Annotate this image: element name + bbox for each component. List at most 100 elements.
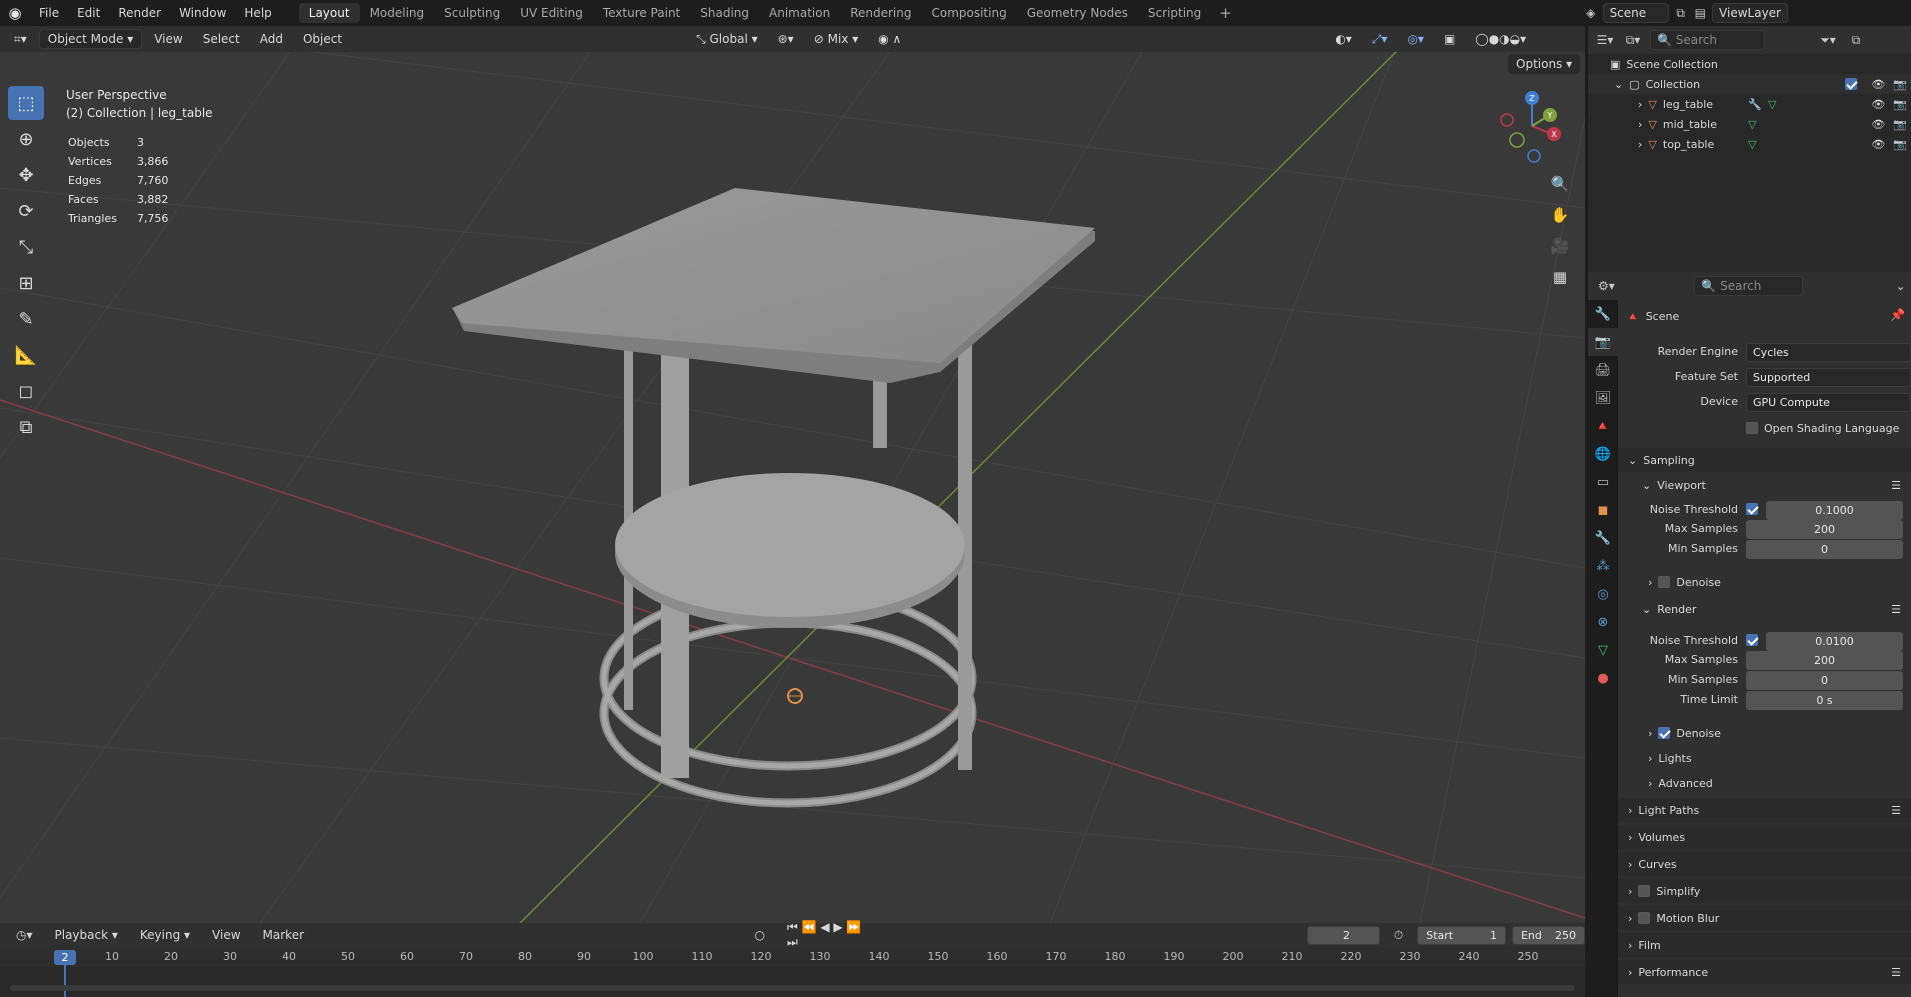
scale-tool-icon[interactable]: ⤡	[8, 230, 44, 264]
sampling-panel-header[interactable]: ⌄ Sampling	[1618, 448, 1911, 472]
render-min-samples-field[interactable]: 0	[1746, 671, 1903, 690]
world-tab-icon[interactable]: 🌐	[1588, 440, 1618, 468]
camera-icon[interactable]: 🎥	[1546, 232, 1574, 260]
render-noise-checkbox[interactable]	[1746, 634, 1758, 646]
properties-search-input[interactable]: 🔍 Search	[1694, 276, 1804, 296]
options-dropdown[interactable]: Options ▾	[1508, 54, 1581, 74]
outliner-search-input[interactable]: 🔍 Search	[1650, 30, 1765, 50]
add-menu[interactable]: Add	[252, 29, 291, 49]
gizmo-icon[interactable]: ⤢▾	[1364, 29, 1396, 49]
object-row-top-table[interactable]: › ▽ top_table ▽ 👁 📷	[1588, 134, 1911, 154]
keying-menu[interactable]: Keying ▾	[132, 925, 198, 945]
tab-animation[interactable]: Animation	[759, 3, 840, 23]
menu-file[interactable]: File	[30, 0, 68, 26]
scene-icon[interactable]: ◈	[1583, 3, 1599, 23]
viewport-denoise-checkbox[interactable]	[1658, 576, 1671, 588]
tab-layout[interactable]: Layout	[298, 3, 360, 23]
camera-render-icon[interactable]: 📷	[1893, 98, 1907, 111]
display-mode-icon[interactable]: ⧉▾	[1622, 30, 1644, 50]
tab-uv-editing[interactable]: UV Editing	[510, 3, 593, 23]
osl-checkbox[interactable]	[1746, 422, 1758, 434]
timeline-view-menu[interactable]: View	[204, 925, 248, 945]
shading-modes-icon[interactable]: ◯●◑◒▾	[1467, 29, 1534, 49]
timeline-scrollbar[interactable]	[10, 985, 1575, 991]
simplify-panel-header[interactable]: › Simplify	[1618, 879, 1911, 903]
presets-list-icon[interactable]: ☰	[1891, 479, 1901, 492]
expand-chevron-icon[interactable]: ⌄	[1614, 78, 1623, 91]
mesh-data-icon[interactable]: ▽	[1748, 138, 1756, 151]
view-layer-icon[interactable]: ▤	[1692, 3, 1708, 23]
render-engine-dropdown[interactable]: Cycles	[1746, 343, 1911, 362]
eye-icon[interactable]: 👁	[1871, 98, 1885, 111]
render-panel-header[interactable]: ⌄ Render ☰	[1618, 597, 1911, 621]
collection-row[interactable]: ⌄ ▢ Collection 👁 📷	[1588, 74, 1911, 94]
presets-list-icon[interactable]: ☰	[1891, 804, 1901, 817]
constraints-tab-icon[interactable]: ⊗	[1588, 608, 1618, 636]
object-menu[interactable]: Object	[295, 29, 350, 49]
viewport-panel-header[interactable]: ⌄ Viewport ☰	[1618, 473, 1911, 497]
device-dropdown[interactable]: GPU Compute	[1746, 393, 1911, 412]
scene-tab-icon[interactable]: 🔺	[1588, 412, 1618, 440]
pivot-icon[interactable]: ⊛▾	[770, 29, 802, 49]
expand-chevron-icon[interactable]: ›	[1638, 98, 1642, 111]
navigation-gizmo[interactable]: Z X Y	[1492, 88, 1572, 168]
proportional-edit-icon[interactable]: ◉ ∧	[870, 29, 909, 49]
tab-compositing[interactable]: Compositing	[921, 3, 1016, 23]
snap-dropdown[interactable]: ⊘ Mix ▾	[806, 29, 867, 49]
advanced-panel-header[interactable]: › Advanced	[1648, 773, 1713, 793]
tool-tab-icon[interactable]: 🔧	[1588, 300, 1618, 328]
scene-dropdown[interactable]: Scene	[1602, 3, 1669, 23]
mesh-data-icon[interactable]: ▽	[1748, 118, 1756, 131]
stopwatch-icon[interactable]: ⏱	[1386, 925, 1411, 945]
collection-tab-icon[interactable]: ▭	[1588, 468, 1618, 496]
expand-chevron-icon[interactable]: ›	[1638, 118, 1642, 131]
tab-geometry-nodes[interactable]: Geometry Nodes	[1017, 3, 1138, 23]
editor-type-icon[interactable]: ⌗▾	[6, 29, 35, 49]
marker-menu[interactable]: Marker	[255, 925, 312, 945]
osl-row[interactable]: Open Shading Language	[1746, 418, 1899, 438]
eye-icon[interactable]: 👁	[1871, 138, 1885, 151]
render-tab-icon[interactable]: 📷	[1588, 328, 1618, 356]
render-noise-field[interactable]: 0.0100	[1766, 632, 1903, 651]
exclude-checkbox[interactable]	[1845, 77, 1858, 90]
physics-tab-icon[interactable]: ◎	[1588, 580, 1618, 608]
camera-render-icon[interactable]: 📷	[1893, 78, 1907, 91]
playback-menu[interactable]: Playback ▾	[47, 925, 126, 945]
particles-tab-icon[interactable]: ⁂	[1588, 552, 1618, 580]
object-row-leg-table[interactable]: › ▽ leg_table 🔧 ▽ 👁 📷	[1588, 94, 1911, 114]
timeline-area[interactable]: 10 20 30 40 50 60 70 80 90 100 110 120 130 140 150 160 1…	[0, 947, 1585, 997]
viewport-noise-field[interactable]: 0.1000	[1766, 501, 1903, 520]
xray-icon[interactable]: ▣	[1436, 29, 1463, 49]
viewport-denoise-row[interactable]: › Denoise	[1648, 572, 1721, 592]
menu-window[interactable]: Window	[170, 0, 235, 26]
film-panel-header[interactable]: › Film	[1618, 933, 1911, 957]
eye-icon[interactable]: 👁	[1871, 78, 1885, 91]
new-collection-icon[interactable]: ⧉	[1845, 30, 1867, 50]
playhead-marker[interactable]: 2	[54, 950, 76, 965]
tab-rendering[interactable]: Rendering	[840, 3, 921, 23]
start-frame-field[interactable]: Start 1	[1417, 925, 1506, 945]
tab-shading[interactable]: Shading	[690, 3, 759, 23]
select-menu[interactable]: Select	[195, 29, 248, 49]
pan-hand-icon[interactable]: ✋	[1546, 201, 1574, 229]
feature-set-dropdown[interactable]: Supported	[1746, 368, 1911, 387]
performance-panel-header[interactable]: › Performance ☰	[1618, 960, 1911, 984]
menu-edit[interactable]: Edit	[68, 0, 109, 26]
viewport-noise-checkbox[interactable]	[1746, 503, 1758, 515]
timeline-editor-icon[interactable]: ◷▾	[8, 925, 41, 945]
select-box-tool-icon[interactable]: ⬚	[8, 86, 44, 120]
extra-tool-icon[interactable]: ⧉	[8, 410, 44, 444]
presets-list-icon[interactable]: ☰	[1891, 966, 1901, 979]
blender-logo-icon[interactable]: ◉	[0, 0, 30, 26]
camera-render-icon[interactable]: 📷	[1893, 138, 1907, 151]
menu-render[interactable]: Render	[109, 0, 170, 26]
output-tab-icon[interactable]: 🖨	[1588, 356, 1618, 384]
view-menu[interactable]: View	[146, 29, 190, 49]
expand-chevron-icon[interactable]: ›	[1638, 138, 1642, 151]
move-tool-icon[interactable]: ✥	[8, 158, 44, 192]
cursor-tool-icon[interactable]: ⊕	[8, 122, 44, 156]
tab-texture-paint[interactable]: Texture Paint	[593, 3, 690, 23]
transform-tool-icon[interactable]: ⊞	[8, 266, 44, 300]
add-workspace-icon[interactable]: +	[1211, 4, 1240, 22]
table-model[interactable]	[452, 188, 1095, 808]
